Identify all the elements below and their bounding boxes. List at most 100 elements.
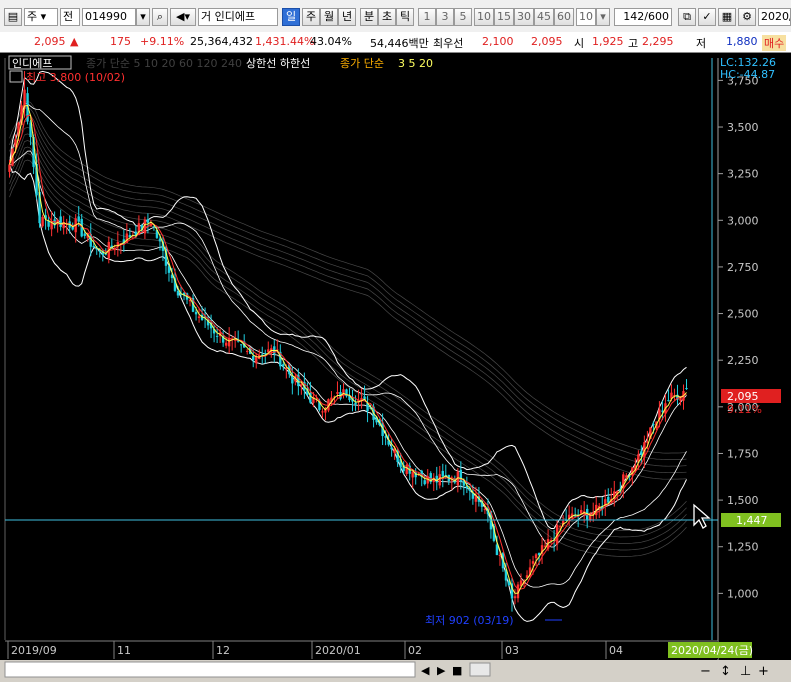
price-chart[interactable]: 3,7503,5003,2503,0002,7502,5002,2502,000… [0, 53, 791, 679]
scroll-end-icon[interactable]: ⊥ [740, 664, 751, 679]
candle-body [8, 164, 11, 172]
candle-body [264, 353, 267, 355]
gear-icon[interactable]: ⚙ [738, 8, 756, 26]
interval-5-label: 5 [459, 10, 467, 23]
candle-body [77, 216, 80, 222]
interval-60-button[interactable]: 60 [554, 8, 574, 26]
change-value: 175 [110, 35, 131, 48]
interval-10-button[interactable]: 10 [474, 8, 494, 26]
period-month-button[interactable]: 월 [320, 8, 338, 26]
stop-icon[interactable]: ■ [452, 664, 462, 677]
low-label: 저 [696, 37, 707, 50]
interval-value: 10 [579, 10, 593, 23]
low-value: 1,880 [726, 35, 758, 48]
code-input[interactable]: 014990 [82, 8, 136, 26]
x-axis-label: 04 [609, 644, 623, 657]
speaker-icon[interactable]: ◀▾ [170, 8, 196, 26]
open-label: 시 [574, 37, 585, 50]
date-field[interactable]: 2020/ [758, 8, 791, 26]
y-axis-label: 3,500 [727, 121, 759, 134]
check-icon[interactable]: ✓ [698, 8, 716, 26]
save-icon[interactable]: ▦ [718, 8, 736, 26]
best-label: 최우선 [433, 37, 464, 50]
candle-body [146, 219, 150, 223]
period-day-button[interactable]: 일 [282, 8, 300, 26]
best-ask: 2,100 [482, 35, 514, 48]
candle-body [640, 451, 643, 456]
window-menu-icon[interactable]: ▤ [4, 8, 22, 26]
candle-icon[interactable]: ⧉ [678, 8, 696, 26]
interval-3-button[interactable]: 3 [436, 8, 454, 26]
search-icon[interactable]: ⌕ [152, 8, 168, 26]
legend-ma2-values: 3 5 20 [398, 57, 433, 70]
scroll-left-icon[interactable]: ◀ [421, 664, 430, 677]
candle-body [531, 561, 535, 564]
y-axis-label: 2,500 [727, 308, 759, 321]
period-week-button[interactable]: 주 [302, 8, 320, 26]
stock-name-field[interactable]: 거 인디에프 [198, 8, 278, 26]
second-button[interactable]: 초 [378, 8, 396, 26]
date-value: 2020/ [761, 10, 791, 23]
candle-body [239, 344, 243, 346]
candle-body [607, 496, 610, 503]
candle-body [513, 596, 517, 599]
interval-dropdown-icon[interactable]: ▾ [596, 8, 610, 26]
interval-10-label: 10 [477, 10, 491, 23]
turnover-value: 43.04% [310, 35, 352, 48]
count-field[interactable]: 142/600 [614, 8, 672, 26]
interval-1-button[interactable]: 1 [418, 8, 436, 26]
interval-15-button[interactable]: 15 [494, 8, 514, 26]
crosshair-price-tag-text: 1,447 [736, 514, 768, 527]
scroll-thumb[interactable] [469, 662, 491, 677]
tick-button[interactable]: 틱 [396, 8, 414, 26]
legend-ma2-label: 종가 단순 [340, 57, 384, 70]
y-axis-label: 1,250 [727, 541, 759, 554]
candle-body [98, 250, 101, 252]
chart-area[interactable]: 3,750 3,500 3,250 3,000 2,750 2,500 2,250 2,000… [0, 53, 791, 679]
candle-body [495, 544, 499, 556]
stock-tab-label: 인디에프 [12, 57, 52, 70]
y-axis-label: 2,250 [727, 354, 759, 367]
current-price-tag-text: 2,095 [727, 390, 759, 403]
interval-45-button[interactable]: 45 [534, 8, 554, 26]
candle-body [194, 311, 198, 315]
candle-body [438, 474, 441, 486]
item-type-value: 주 [27, 10, 38, 23]
candle-body [227, 338, 231, 347]
candle-body [558, 526, 562, 528]
candle-body [441, 470, 444, 477]
zoom-in-icon[interactable]: + [758, 664, 769, 679]
up-arrow-icon: ▲ [70, 35, 79, 48]
interval-input[interactable]: 10 [576, 8, 596, 26]
minute-label: 분 [363, 10, 375, 23]
minute-button[interactable]: 분 [360, 8, 378, 26]
x-axis-label: 03 [505, 644, 519, 657]
candle-body [667, 400, 670, 402]
candle-body [215, 335, 219, 337]
code-dropdown-icon[interactable]: ▾ [136, 8, 150, 26]
interval-30-button[interactable]: 30 [514, 8, 534, 26]
period-year-button[interactable]: 년 [338, 8, 356, 26]
candle-body [652, 424, 655, 426]
buy-button[interactable]: 매수 [762, 35, 787, 51]
play-icon[interactable]: ▶ [437, 664, 446, 677]
x-axis-label: 02 [408, 644, 422, 657]
legend-envelope: 상한선 하한선 [246, 56, 310, 70]
scroll-track[interactable] [4, 661, 416, 678]
candle-body [423, 480, 426, 485]
candle-body [224, 342, 228, 346]
candle-body [92, 245, 95, 248]
interval-1-label: 1 [423, 10, 431, 23]
candle-body [384, 436, 387, 438]
candle-body [625, 475, 628, 478]
legend-ma: 종가 단순 5 10 20 60 120 240 [86, 57, 242, 70]
y-axis-label: 3,250 [727, 168, 759, 181]
zoom-fit-icon[interactable]: ↕ [720, 664, 731, 679]
item-type-select[interactable]: 주 ▾ [24, 8, 58, 26]
candle-body [336, 392, 339, 394]
candle-body [354, 402, 357, 405]
interval-5-button[interactable]: 5 [454, 8, 472, 26]
zoom-out-icon[interactable]: − [700, 664, 711, 679]
candle-body [579, 510, 583, 514]
adj-button[interactable]: 전 [60, 8, 80, 26]
